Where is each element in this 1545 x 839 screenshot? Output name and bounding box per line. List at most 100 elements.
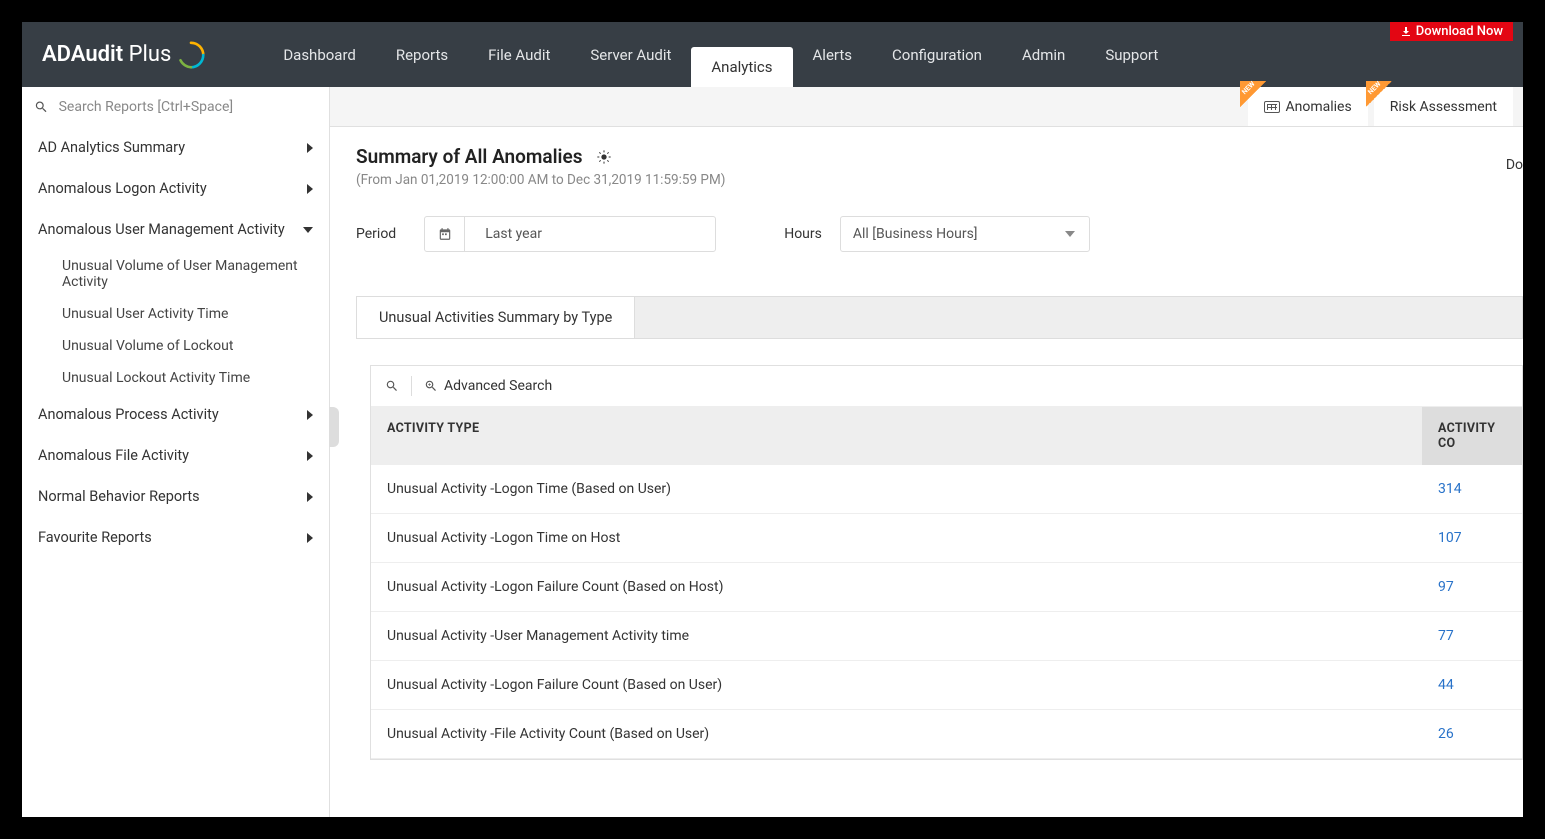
- cell-activity-count[interactable]: 77: [1422, 612, 1522, 660]
- download-now-label: Download Now: [1416, 24, 1503, 39]
- sidebar-item-label: Favourite Reports: [38, 529, 152, 546]
- table: Advanced Search ACTIVITY TYPE ACTIVITY C…: [370, 365, 1523, 760]
- nav-item-support[interactable]: Support: [1085, 22, 1178, 87]
- cell-activity-type: Unusual Activity -Logon Failure Count (B…: [371, 563, 1422, 611]
- search-input[interactable]: [59, 99, 317, 115]
- tab-summary-by-type[interactable]: Unusual Activities Summary by Type: [357, 297, 635, 338]
- nav-item-alerts[interactable]: Alerts: [793, 22, 873, 87]
- hours-label: Hours: [784, 226, 822, 242]
- sidebar-subitem-unusual-volume-of-user-management-activity[interactable]: Unusual Volume of User Management Activi…: [22, 250, 329, 298]
- sidebar-item-label: Anomalous Logon Activity: [38, 180, 207, 197]
- sidebar-subitem-unusual-lockout-activity-time[interactable]: Unusual Lockout Activity Time: [22, 362, 329, 394]
- search-icon[interactable]: [385, 379, 399, 393]
- nav-item-admin[interactable]: Admin: [1002, 22, 1085, 87]
- download-now-button[interactable]: Download Now: [1390, 22, 1513, 41]
- calendar-icon: [425, 217, 465, 251]
- period-selector[interactable]: Last year: [424, 216, 716, 252]
- cell-activity-type: Unusual Activity -Logon Time (Based on U…: [371, 465, 1422, 513]
- col-activity-type[interactable]: ACTIVITY TYPE: [371, 407, 1422, 465]
- do-label: Do: [1506, 157, 1523, 173]
- period-label: Period: [356, 226, 396, 242]
- chevron-down-icon: [1065, 231, 1075, 237]
- sidebar-item-label: Anomalous User Management Activity: [38, 221, 285, 238]
- chevron-right-icon: [307, 533, 313, 543]
- cell-activity-type: Unusual Activity -Logon Time on Host: [371, 514, 1422, 562]
- chevron-down-icon: [303, 227, 313, 233]
- logo: ADAudit Plus: [22, 41, 223, 69]
- nav: DashboardReportsFile AuditServer AuditAn…: [263, 22, 1178, 87]
- table-header-row: ACTIVITY TYPE ACTIVITY CO: [371, 407, 1522, 465]
- search-plus-icon: [424, 379, 438, 393]
- col-activity-count[interactable]: ACTIVITY CO: [1422, 407, 1522, 465]
- nav-item-file-audit[interactable]: File Audit: [468, 22, 570, 87]
- subbar-right: NEW Anomalies NEW Risk Assessment: [1248, 87, 1524, 126]
- sidebar-item-favourite-reports[interactable]: Favourite Reports: [22, 517, 329, 558]
- cell-activity-type: Unusual Activity -Logon Failure Count (B…: [371, 661, 1422, 709]
- cell-activity-count[interactable]: 107: [1422, 514, 1522, 562]
- cell-activity-type: Unusual Activity -User Management Activi…: [371, 612, 1422, 660]
- cell-activity-count[interactable]: 314: [1422, 465, 1522, 513]
- table-row: Unusual Activity -Logon Failure Count (B…: [371, 563, 1522, 612]
- table-row: Unusual Activity -User Management Activi…: [371, 612, 1522, 661]
- bulb-icon: [596, 149, 612, 165]
- new-badge: NEW: [1240, 81, 1266, 107]
- sidebar-collapse-handle[interactable]: [329, 407, 339, 447]
- table-row: Unusual Activity -Logon Time (Based on U…: [371, 465, 1522, 514]
- cell-activity-type: Unusual Activity -File Activity Count (B…: [371, 710, 1422, 758]
- main: Do Summary of All Anomalies (From Jan 01…: [330, 127, 1523, 817]
- sidebar-subitem-unusual-volume-of-lockout[interactable]: Unusual Volume of Lockout: [22, 330, 329, 362]
- hours-value: All [Business Hours]: [853, 226, 978, 242]
- chevron-right-icon: [307, 410, 313, 420]
- anomalies-tab[interactable]: NEW Anomalies: [1248, 87, 1368, 126]
- advanced-search-button[interactable]: Advanced Search: [424, 378, 552, 394]
- cell-activity-count[interactable]: 44: [1422, 661, 1522, 709]
- subbar: NEW Anomalies NEW Risk Assessment: [22, 87, 1523, 127]
- table-row: Unusual Activity -Logon Time on Host107: [371, 514, 1522, 563]
- anomalies-tab-label: Anomalies: [1286, 99, 1352, 115]
- table-toolbar: Advanced Search: [371, 366, 1522, 407]
- sidebar-item-label: Normal Behavior Reports: [38, 488, 200, 505]
- nav-item-analytics[interactable]: Analytics: [691, 47, 792, 87]
- search-wrap: [22, 87, 330, 127]
- nav-item-configuration[interactable]: Configuration: [872, 22, 1002, 87]
- risk-assessment-tab[interactable]: NEW Risk Assessment: [1374, 87, 1513, 126]
- risk-assessment-tab-label: Risk Assessment: [1390, 99, 1497, 115]
- new-badge: NEW: [1366, 81, 1392, 107]
- hours-selector[interactable]: All [Business Hours]: [840, 216, 1090, 252]
- search-icon: [34, 99, 49, 115]
- cell-activity-count[interactable]: 97: [1422, 563, 1522, 611]
- sidebar-item-label: Anomalous File Activity: [38, 447, 189, 464]
- nav-item-reports[interactable]: Reports: [376, 22, 468, 87]
- table-row: Unusual Activity -Logon Failure Count (B…: [371, 661, 1522, 710]
- nav-item-server-audit[interactable]: Server Audit: [570, 22, 691, 87]
- chevron-right-icon: [307, 143, 313, 153]
- header: ADAudit Plus DashboardReportsFile AuditS…: [22, 22, 1523, 87]
- table-row: Unusual Activity -File Activity Count (B…: [371, 710, 1522, 759]
- chevron-right-icon: [307, 184, 313, 194]
- sidebar-item-anomalous-process-activity[interactable]: Anomalous Process Activity: [22, 394, 329, 435]
- separator: [411, 376, 412, 396]
- chevron-right-icon: [307, 451, 313, 461]
- nav-item-dashboard[interactable]: Dashboard: [263, 22, 376, 87]
- cell-activity-count[interactable]: 26: [1422, 710, 1522, 758]
- sidebar-item-anomalous-logon-activity[interactable]: Anomalous Logon Activity: [22, 168, 329, 209]
- date-range: (From Jan 01,2019 12:00:00 AM to Dec 31,…: [356, 172, 1523, 188]
- chevron-right-icon: [307, 492, 313, 502]
- tab-strip: Unusual Activities Summary by Type: [356, 296, 1523, 339]
- period-value: Last year: [465, 226, 715, 242]
- download-icon: [1400, 26, 1412, 38]
- sidebar-item-ad-analytics-summary[interactable]: AD Analytics Summary: [22, 127, 329, 168]
- app-frame: Download Now ADAudit Plus DashboardRepor…: [22, 22, 1523, 817]
- sidebar-subitem-unusual-user-activity-time[interactable]: Unusual User Activity Time: [22, 298, 329, 330]
- sidebar-item-label: AD Analytics Summary: [38, 139, 185, 156]
- sidebar: AD Analytics Summary Anomalous Logon Acti…: [22, 127, 330, 817]
- sidebar-item-label: Anomalous Process Activity: [38, 406, 219, 423]
- logo-swirl-icon: [177, 41, 205, 69]
- anomalies-icon: [1264, 101, 1280, 113]
- sidebar-item-anomalous-user-management-activity[interactable]: Anomalous User Management Activity: [22, 209, 329, 250]
- page-title: Summary of All Anomalies: [356, 145, 1523, 168]
- content-area: AD Analytics Summary Anomalous Logon Acti…: [22, 127, 1523, 817]
- sidebar-item-anomalous-file-activity[interactable]: Anomalous File Activity: [22, 435, 329, 476]
- sidebar-item-normal-behavior-reports[interactable]: Normal Behavior Reports: [22, 476, 329, 517]
- filter-row: Period Last year Hours All [Business Hou…: [356, 216, 1523, 252]
